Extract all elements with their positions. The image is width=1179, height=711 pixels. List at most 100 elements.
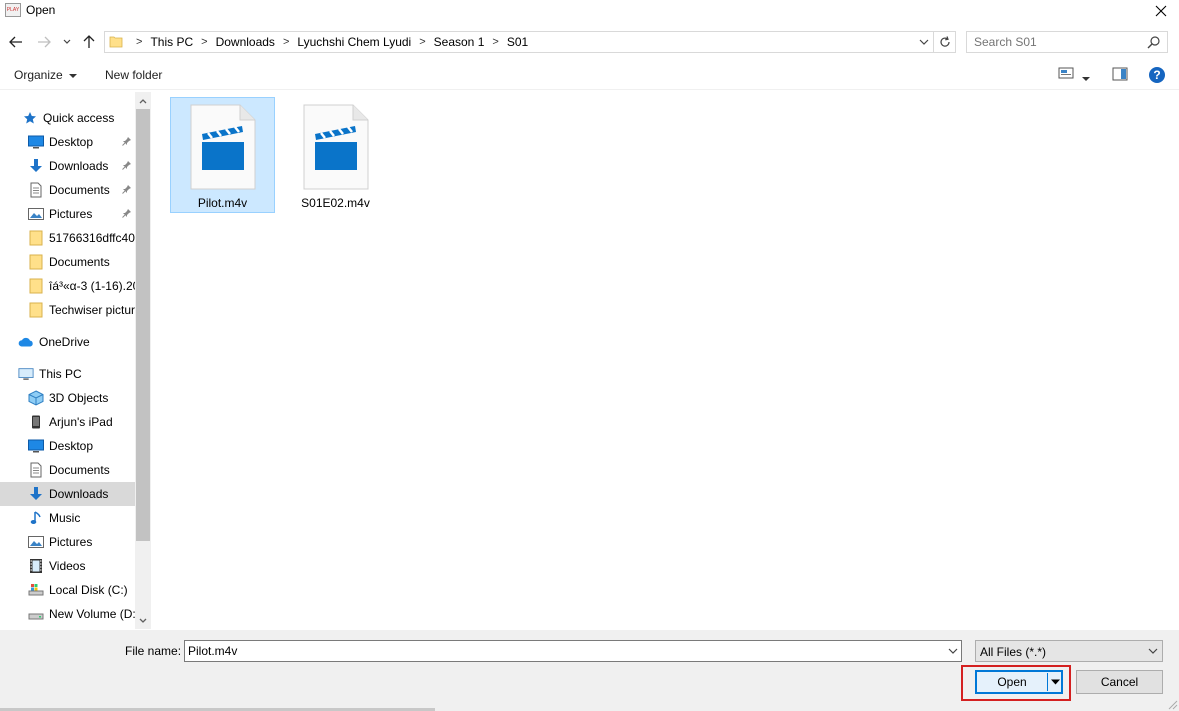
file-item[interactable]: Pilot.m4v bbox=[170, 97, 275, 213]
breadcrumb-show[interactable]: Lyuchshi Chem Lyudi bbox=[292, 35, 416, 49]
recent-locations-button[interactable] bbox=[60, 32, 74, 52]
sidebar-item-folder[interactable]: Documents bbox=[0, 250, 135, 274]
app-icon: PLAY bbox=[5, 3, 21, 17]
pin-icon bbox=[122, 185, 131, 194]
chevron-up-icon bbox=[139, 98, 147, 103]
resize-grip-icon[interactable] bbox=[1165, 697, 1179, 711]
refresh-button[interactable] bbox=[933, 32, 955, 52]
search-box[interactable] bbox=[966, 31, 1168, 53]
scroll-down-button[interactable] bbox=[135, 612, 151, 629]
pin-icon bbox=[122, 137, 131, 146]
view-options-button[interactable] bbox=[1082, 71, 1090, 85]
change-view-button[interactable] bbox=[1058, 67, 1074, 82]
address-bar[interactable]: > This PC > Downloads > Lyuchshi Chem Ly… bbox=[104, 31, 956, 53]
sidebar-item-folder[interactable]: îá³«α-3 (1-16).20 bbox=[0, 274, 135, 298]
navigation-scrollbar[interactable] bbox=[135, 92, 151, 629]
breadcrumb-downloads[interactable]: Downloads bbox=[211, 35, 280, 49]
sidebar-item-documents[interactable]: Documents bbox=[0, 178, 135, 202]
sidebar-item-new-volume[interactable]: New Volume (D: bbox=[0, 602, 135, 626]
breadcrumb-this-pc[interactable]: This PC bbox=[145, 35, 198, 49]
scroll-up-button[interactable] bbox=[135, 92, 151, 109]
navigation-pane[interactable]: Quick access Desktop Downloads Documents… bbox=[0, 92, 151, 629]
sidebar-quick-access[interactable]: Quick access bbox=[0, 106, 135, 130]
up-button[interactable] bbox=[80, 32, 98, 52]
sidebar-item-desktop[interactable]: Desktop bbox=[0, 130, 135, 154]
sidebar-label: Downloads bbox=[49, 487, 109, 501]
sidebar-item-pictures[interactable]: Pictures bbox=[0, 530, 135, 554]
pictures-icon bbox=[28, 534, 44, 550]
help-icon: ? bbox=[1149, 67, 1165, 83]
documents-icon bbox=[28, 182, 44, 198]
sidebar-this-pc[interactable]: This PC bbox=[0, 362, 135, 386]
sidebar-item-folder[interactable]: 51766316dffc409 bbox=[0, 226, 135, 250]
sidebar-item-downloads[interactable]: Downloads bbox=[0, 482, 135, 506]
sidebar-item-desktop[interactable]: Desktop bbox=[0, 434, 135, 458]
open-label: Open bbox=[997, 675, 1027, 689]
breadcrumb-separator[interactable]: > bbox=[416, 36, 428, 48]
toolbar: Organize New folder ? bbox=[0, 60, 1179, 90]
sidebar-label: This PC bbox=[39, 367, 82, 381]
help-button[interactable]: ? bbox=[1148, 66, 1166, 87]
sidebar-item-documents[interactable]: Documents bbox=[0, 458, 135, 482]
sidebar-label: Local Disk (C:) bbox=[49, 583, 128, 597]
sidebar-label: Pictures bbox=[49, 535, 93, 549]
open-options-button[interactable] bbox=[1049, 674, 1061, 690]
sidebar-label: Pictures bbox=[49, 207, 93, 221]
preview-pane-button[interactable] bbox=[1112, 67, 1128, 84]
star-icon bbox=[22, 110, 38, 126]
back-button[interactable] bbox=[6, 32, 26, 52]
pictures-icon bbox=[28, 206, 44, 222]
file-name-dropdown-button[interactable] bbox=[948, 644, 958, 661]
arrow-up-icon bbox=[83, 35, 95, 48]
address-history-button[interactable] bbox=[917, 32, 931, 52]
file-type-select[interactable]: All Files (*.*) bbox=[975, 640, 1163, 662]
desktop-icon bbox=[28, 134, 44, 150]
sidebar-item-folder[interactable]: Techwiser pictur bbox=[0, 298, 135, 322]
search-icon[interactable] bbox=[1147, 35, 1161, 49]
download-icon bbox=[28, 158, 44, 174]
local-disk-icon bbox=[28, 582, 44, 598]
close-button[interactable] bbox=[1143, 0, 1179, 22]
ipad-icon bbox=[28, 414, 44, 430]
search-input[interactable] bbox=[967, 32, 1137, 52]
video-file-icon bbox=[190, 104, 256, 190]
breadcrumb-s01[interactable]: S01 bbox=[502, 35, 533, 49]
file-name-combobox[interactable] bbox=[184, 640, 962, 662]
chevron-down-icon bbox=[948, 648, 958, 654]
cloud-icon bbox=[18, 334, 34, 350]
file-item[interactable]: S01E02.m4v bbox=[283, 97, 388, 213]
sidebar-item-music[interactable]: Music bbox=[0, 506, 135, 530]
breadcrumb-separator[interactable]: > bbox=[198, 36, 210, 48]
chevron-down-icon bbox=[139, 618, 147, 623]
computer-icon bbox=[18, 366, 34, 382]
sidebar-item-pictures[interactable]: Pictures bbox=[0, 202, 135, 226]
file-name-input[interactable] bbox=[185, 641, 935, 661]
organize-button[interactable]: Organize bbox=[14, 68, 78, 82]
sidebar-onedrive[interactable]: OneDrive bbox=[0, 330, 135, 354]
sidebar-label: îá³«α-3 (1-16).20 bbox=[49, 279, 135, 293]
videos-icon bbox=[28, 558, 44, 574]
arrow-right-icon bbox=[38, 36, 51, 48]
cancel-button[interactable]: Cancel bbox=[1076, 670, 1163, 694]
chevron-down-icon bbox=[63, 39, 71, 44]
close-icon bbox=[1155, 5, 1167, 17]
sidebar-item-videos[interactable]: Videos bbox=[0, 554, 135, 578]
breadcrumb-separator[interactable]: > bbox=[280, 36, 292, 48]
breadcrumb-separator[interactable]: > bbox=[489, 36, 501, 48]
drive-icon bbox=[28, 606, 44, 622]
file-type-dropdown-button[interactable] bbox=[1148, 644, 1158, 661]
sidebar-item-local-disk[interactable]: Local Disk (C:) bbox=[0, 578, 135, 602]
scroll-thumb[interactable] bbox=[136, 109, 150, 541]
sidebar-item-downloads[interactable]: Downloads bbox=[0, 154, 135, 178]
breadcrumb-season[interactable]: Season 1 bbox=[429, 35, 490, 49]
sidebar-item-3d-objects[interactable]: 3D Objects bbox=[0, 386, 135, 410]
sidebar-label: Documents bbox=[49, 255, 110, 269]
download-icon bbox=[28, 486, 44, 502]
sidebar-item-ipad[interactable]: Arjun's iPad bbox=[0, 410, 135, 434]
new-folder-button[interactable]: New folder bbox=[105, 68, 162, 82]
open-button[interactable]: Open bbox=[975, 670, 1063, 694]
forward-button[interactable] bbox=[34, 32, 54, 52]
sidebar-label: 51766316dffc409 bbox=[49, 231, 135, 245]
file-list[interactable]: Pilot.m4v S01E02.m4v bbox=[152, 92, 1179, 629]
sidebar-label: New Volume (D: bbox=[49, 607, 135, 621]
